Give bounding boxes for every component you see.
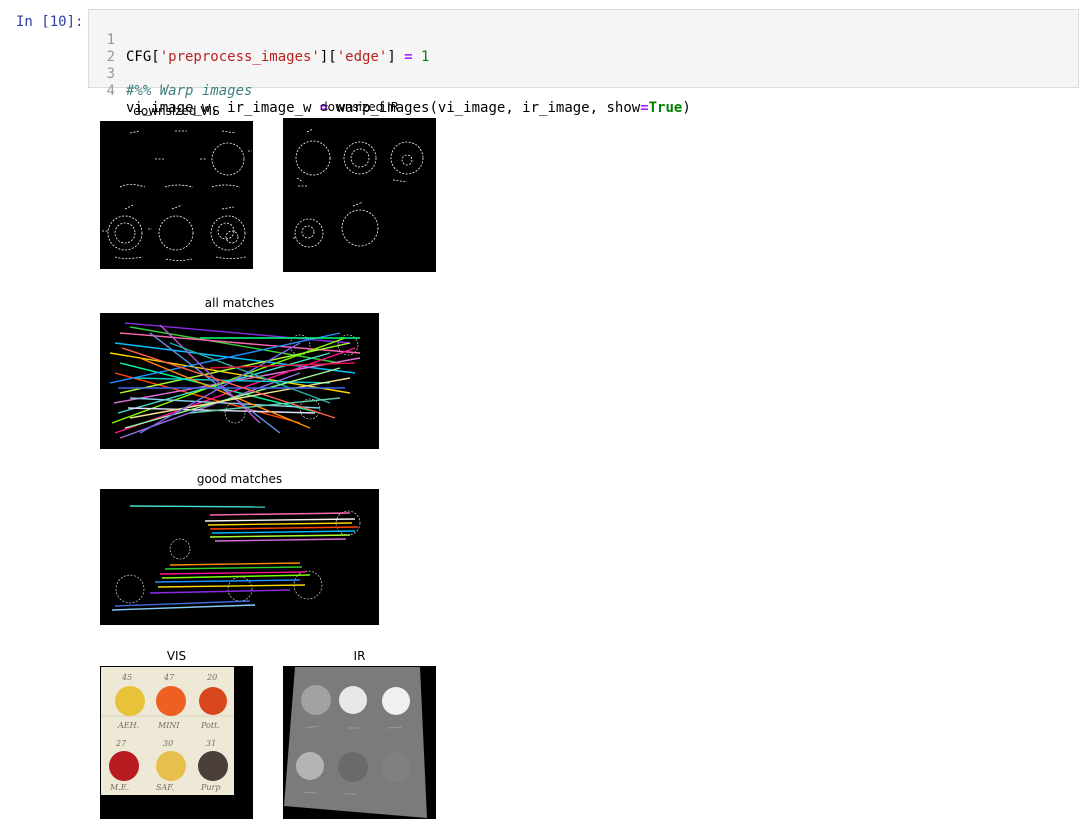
sample-label: Pott. — [200, 721, 220, 730]
sample-label: AEH. — [117, 721, 139, 730]
good-matches-image — [100, 489, 379, 625]
sample-label: 31 — [206, 739, 216, 748]
sample-label: 47 — [163, 673, 175, 682]
sample-label: MINI — [157, 721, 180, 730]
cell-prompt: In [10]: — [16, 14, 84, 30]
line-number: 4 — [106, 83, 115, 99]
vis-image: 45 47 20 AEH. MINI Pott. 27 30 31 M.E. S… — [100, 666, 253, 819]
downsized-ir-image — [283, 118, 436, 272]
sample-label: M.E. — [109, 783, 129, 792]
code-cell-editor[interactable]: 1 CFG['preprocess_images']['edge'] = 1 2… — [88, 9, 1079, 116]
sample-label: 27 — [115, 739, 127, 748]
figure-title-downsized-vis: downsized VIS — [133, 104, 220, 118]
figure-title-all-matches: all matches — [204, 296, 275, 310]
figure-title-downsized-ir: downsized IR — [320, 100, 399, 114]
sample-label: 45 — [121, 673, 132, 682]
figure-title-good-matches: good matches — [196, 472, 283, 486]
ir-image — [283, 666, 436, 819]
code-comment: #%% Warp images — [126, 83, 253, 99]
sample-label: 20 — [206, 673, 217, 682]
sample-label: SAF. — [156, 783, 174, 792]
figure-title-vis: VIS — [166, 649, 187, 663]
code-line-2[interactable]: 2 — [89, 32, 123, 65]
code-line-1[interactable]: 1 CFG['preprocess_images']['edge'] = 1 — [89, 15, 430, 65]
all-matches-image — [100, 313, 379, 449]
figure-title-ir: IR — [353, 649, 366, 663]
sample-label: 30 — [163, 739, 173, 748]
code-line-3[interactable]: 3 #%% Warp images — [89, 49, 253, 99]
sample-label: Purp — [200, 783, 220, 792]
code-line-4[interactable]: 4 vi_image_w, ir_image_w = warp_images(v… — [89, 66, 691, 116]
downsized-vis-image — [100, 121, 253, 269]
code-text: CFG['preprocess_images']['edge'] = 1 — [126, 49, 430, 65]
